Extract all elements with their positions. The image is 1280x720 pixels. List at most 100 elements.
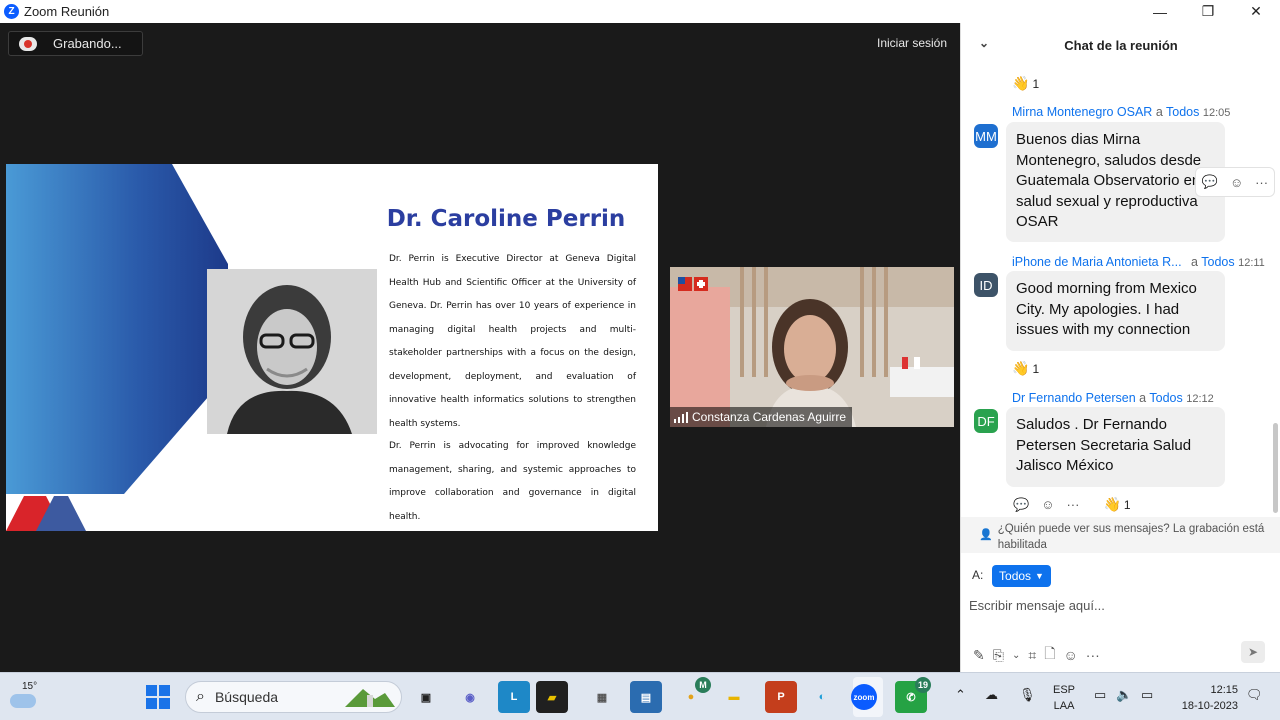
chat-app-icon: ◉ <box>465 691 475 704</box>
message-bubble[interactable]: Good morning from Mexico City. My apolog… <box>1006 271 1225 351</box>
taskbar-app-powerpoint[interactable]: P <box>765 681 797 713</box>
sender-name[interactable]: Dr Fernando Petersen <box>1012 391 1136 405</box>
notifications-icon[interactable]: 🗨 <box>1246 687 1263 703</box>
reaction-chip[interactable]: 👋 1 <box>1012 360 1039 377</box>
chat-messages[interactable]: 👋 1 Mirna Montenegro OSAR a Todos 12:05 … <box>961 68 1280 518</box>
clock-time: 12:15 <box>1210 684 1238 696</box>
send-icon: ➤ <box>1247 645 1259 659</box>
message-sender-line: Dr Fernando Petersen a Todos 12:12 <box>1012 391 1214 405</box>
meeting-view: Grabando... Iniciar sesión Dr. Caroline … <box>0 23 960 672</box>
notification-badge: 19 <box>915 677 931 693</box>
maximize-button[interactable]: ❐ <box>1184 0 1232 23</box>
reaction-count: 1 <box>1032 76 1040 91</box>
recipient-name[interactable]: Todos <box>1149 391 1182 405</box>
window-controls: — ❐ ✕ <box>1136 0 1280 23</box>
window-titlebar: Z Zoom Reunión — ❐ ✕ <box>0 0 1280 23</box>
recording-icon <box>19 36 37 51</box>
more-options-icon[interactable]: ··· <box>1086 647 1100 663</box>
scrollbar-thumb[interactable] <box>1273 423 1278 513</box>
battery-icon[interactable]: ▭ <box>1141 687 1153 703</box>
message-actions: 💬 ☺ ··· 👋 1 <box>1013 496 1131 513</box>
recipient-dropdown[interactable]: Todos ▼ <box>992 565 1051 587</box>
language-bottom: LAA <box>1053 700 1075 712</box>
taskbar-app-chat-app[interactable]: ◉ <box>454 681 486 713</box>
participant-video[interactable]: Constanza Cardenas Aguirre <box>670 267 954 427</box>
taskbar-app-chrome[interactable]: ● M <box>675 677 711 713</box>
message-bubble[interactable]: Saludos . Dr Fernando Petersen Secretari… <box>1006 407 1225 487</box>
reply-icon[interactable]: 💬 <box>1202 174 1218 190</box>
recording-label: Grabando... <box>53 36 122 51</box>
emoji-icon[interactable]: ☺ <box>1063 647 1077 663</box>
file-icon[interactable]: 🗋 <box>1044 643 1055 667</box>
signal-strength-icon <box>674 411 688 423</box>
chevron-down-icon: ▼ <box>1035 571 1044 581</box>
chevron-down-icon[interactable]: ⌄ <box>1012 650 1020 661</box>
taskbar-app-whatsapp[interactable]: ✆ 19 <box>895 677 931 713</box>
search-icon: ⌕ <box>196 688 205 705</box>
reply-icon[interactable]: 💬 <box>1013 497 1029 513</box>
collapse-chat-chevron-icon[interactable]: ⌄ <box>979 36 989 50</box>
add-reaction-icon[interactable]: ☺ <box>1041 497 1054 512</box>
chrome-icon: ● <box>687 691 695 703</box>
chat-panel: ⌄ Chat de la reunión 👋 1 Mirna Montenegr… <box>960 23 1280 672</box>
show-hidden-icons-chevron-icon[interactable]: ⌃ <box>955 687 966 703</box>
reaction-chip[interactable]: 👋 1 <box>1012 75 1039 92</box>
recipient-name[interactable]: Todos <box>1166 105 1199 119</box>
code-snippet-icon[interactable]: ⌗ <box>1028 647 1036 664</box>
network-icon[interactable]: ☁ <box>985 687 998 703</box>
recording-badge[interactable]: Grabando... <box>8 31 143 56</box>
display-icon[interactable]: ▭ <box>1094 687 1106 703</box>
add-reaction-icon[interactable]: ☺ <box>1230 175 1243 190</box>
shared-slide: Dr. Caroline Perrin Dr. Perrin is Execut… <box>6 164 658 531</box>
sender-name[interactable]: iPhone de Maria Antonieta R... <box>1012 255 1182 269</box>
chat-message-input[interactable] <box>969 593 1269 618</box>
language-top: ESP <box>1053 684 1076 696</box>
format-text-icon[interactable]: ✎ <box>973 647 985 664</box>
participant-nametag: Constanza Cardenas Aguirre <box>670 407 853 427</box>
slide-paragraph-2: Dr. Perrin is advocating for improved kn… <box>389 441 636 522</box>
taskbar-app-task-view[interactable]: ▣ <box>410 681 442 713</box>
window-title: Zoom Reunión <box>24 4 110 19</box>
taskbar-search[interactable]: ⌕ Búsqueda <box>185 681 402 713</box>
sender-name[interactable]: Mirna Montenegro OSAR <box>1012 105 1152 119</box>
store-icon: ▤ <box>640 691 652 704</box>
chat-scrollbar[interactable] <box>1273 68 1278 518</box>
calculator-icon: ▦ <box>596 691 608 704</box>
taskbar-app-edge[interactable]: ◐ <box>806 681 838 713</box>
taskbar-app-file-explorer[interactable]: ▬ <box>718 681 750 713</box>
search-highlight-image <box>345 689 395 707</box>
notice-text: ¿Quién puede ver sus mensajes? La grabac… <box>997 523 1265 551</box>
message-time: 12:05 <box>1202 107 1231 119</box>
temperature: 15° <box>22 681 38 692</box>
message-sender-line: Mirna Montenegro OSAR a Todos 12:05 <box>1012 105 1230 119</box>
weather-widget[interactable]: 15° <box>8 681 44 715</box>
close-button[interactable]: ✕ <box>1232 0 1280 23</box>
microphone-icon[interactable]: 🎙 <box>1019 687 1036 703</box>
volume-icon[interactable]: 🔈 <box>1116 687 1132 703</box>
signin-button[interactable]: Iniciar sesión <box>868 32 956 54</box>
edge-icon: ◐ <box>818 691 826 703</box>
taskbar-app-zoom[interactable]: zoom <box>851 684 877 710</box>
file-explorer-icon: ▬ <box>728 691 740 703</box>
start-button[interactable] <box>146 685 170 709</box>
more-options-icon[interactable]: ··· <box>1066 497 1079 512</box>
visibility-info-icon[interactable]: 👤 <box>979 527 993 543</box>
minimize-button[interactable]: — <box>1136 0 1184 23</box>
waving-hand-icon: 👋 <box>1103 496 1121 512</box>
send-button[interactable]: ➤ <box>1241 641 1265 663</box>
taskbar-app-calculator[interactable]: ▦ <box>586 681 618 713</box>
more-options-icon[interactable]: ··· <box>1255 175 1268 190</box>
message-bubble[interactable]: Buenos dias Mirna Montenegro, saludos de… <box>1006 122 1225 242</box>
taskbar-clock[interactable]: 12:15 18-10-2023 <box>1170 682 1238 714</box>
cloud-icon <box>10 694 36 708</box>
recipient-name[interactable]: Todos <box>1201 255 1234 269</box>
search-placeholder: Búsqueda <box>214 689 279 705</box>
taskbar-app-store[interactable]: ▤ <box>630 681 662 713</box>
language-indicator[interactable]: ESP LAA <box>1053 682 1075 714</box>
taskbar-app-sticky-notes[interactable]: ▰ <box>536 681 568 713</box>
waving-hand-icon: 👋 <box>1012 360 1030 376</box>
reaction-chip[interactable]: 👋 1 <box>1103 496 1130 513</box>
screenshot-icon[interactable]: ⎘ <box>993 647 1004 664</box>
taskbar-app-l-app[interactable]: L <box>498 681 530 713</box>
avatar: MM <box>974 124 998 148</box>
